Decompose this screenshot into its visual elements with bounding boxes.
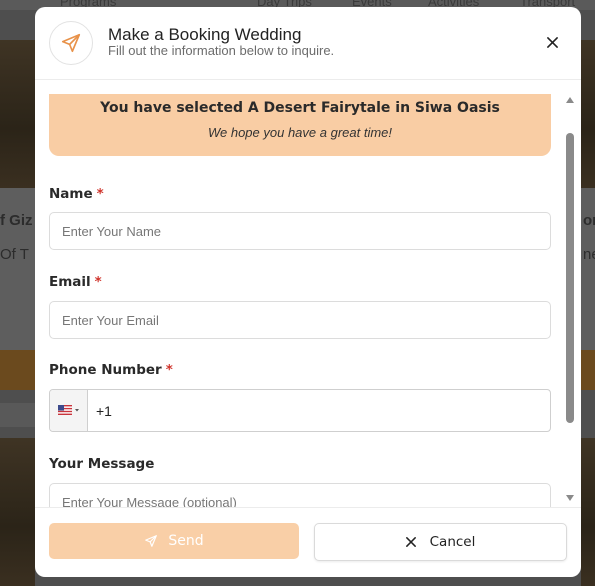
phone-label: Phone Number * <box>49 362 173 378</box>
banner-title: You have selected A Desert Fairytale in … <box>100 100 500 116</box>
bg-photo <box>0 438 35 586</box>
bg-card-title: f Giz <box>0 212 33 229</box>
close-button[interactable] <box>543 33 561 51</box>
bg-photo <box>581 438 595 586</box>
required-marker: * <box>96 186 104 202</box>
bg-card-sub: ne <box>583 246 595 263</box>
country-selector[interactable] <box>50 390 88 431</box>
scroll-up-arrow-icon[interactable] <box>566 97 574 103</box>
close-icon <box>546 36 558 48</box>
booking-modal: Make a Booking Wedding Fill out the info… <box>35 7 581 577</box>
required-marker: * <box>165 362 173 378</box>
scroll-down-arrow-icon[interactable] <box>566 495 574 501</box>
bg-photo <box>0 40 35 188</box>
message-field[interactable] <box>49 483 551 507</box>
modal-subtitle: Fill out the information below to inquir… <box>108 43 335 58</box>
us-flag-icon <box>57 404 79 415</box>
bg-card-sub: Of T <box>0 246 29 263</box>
required-marker: * <box>94 274 102 290</box>
bg-strip <box>0 403 35 427</box>
modal-footer: Send Cancel <box>35 507 581 577</box>
bg-photo <box>581 40 595 188</box>
bg-band <box>0 350 35 390</box>
modal-body[interactable]: You have selected A Desert Fairytale in … <box>35 81 581 507</box>
modal-scrollbar[interactable] <box>563 93 577 505</box>
modal-title: Make a Booking Wedding <box>108 25 302 44</box>
message-label: Your Message <box>49 456 155 472</box>
close-icon <box>405 537 416 547</box>
email-field[interactable] <box>49 301 551 339</box>
phone-input[interactable] <box>88 390 548 431</box>
cancel-label: Cancel <box>429 534 476 550</box>
email-label: Email * <box>49 274 102 290</box>
name-field[interactable] <box>49 212 551 250</box>
phone-field-group <box>49 389 551 432</box>
scroll-thumb[interactable] <box>566 133 574 423</box>
send-label: Send <box>168 533 204 549</box>
name-label: Name * <box>49 186 104 202</box>
send-button[interactable]: Send <box>49 523 299 559</box>
bg-card-title: or <box>583 212 595 229</box>
modal-header: Make a Booking Wedding Fill out the info… <box>35 7 581 80</box>
selection-banner: You have selected A Desert Fairytale in … <box>49 94 551 156</box>
cancel-button[interactable]: Cancel <box>314 523 567 561</box>
send-icon <box>145 535 158 547</box>
send-icon <box>49 21 93 65</box>
banner-subtitle: We hope you have a great time! <box>207 125 393 140</box>
bg-band <box>581 350 595 390</box>
